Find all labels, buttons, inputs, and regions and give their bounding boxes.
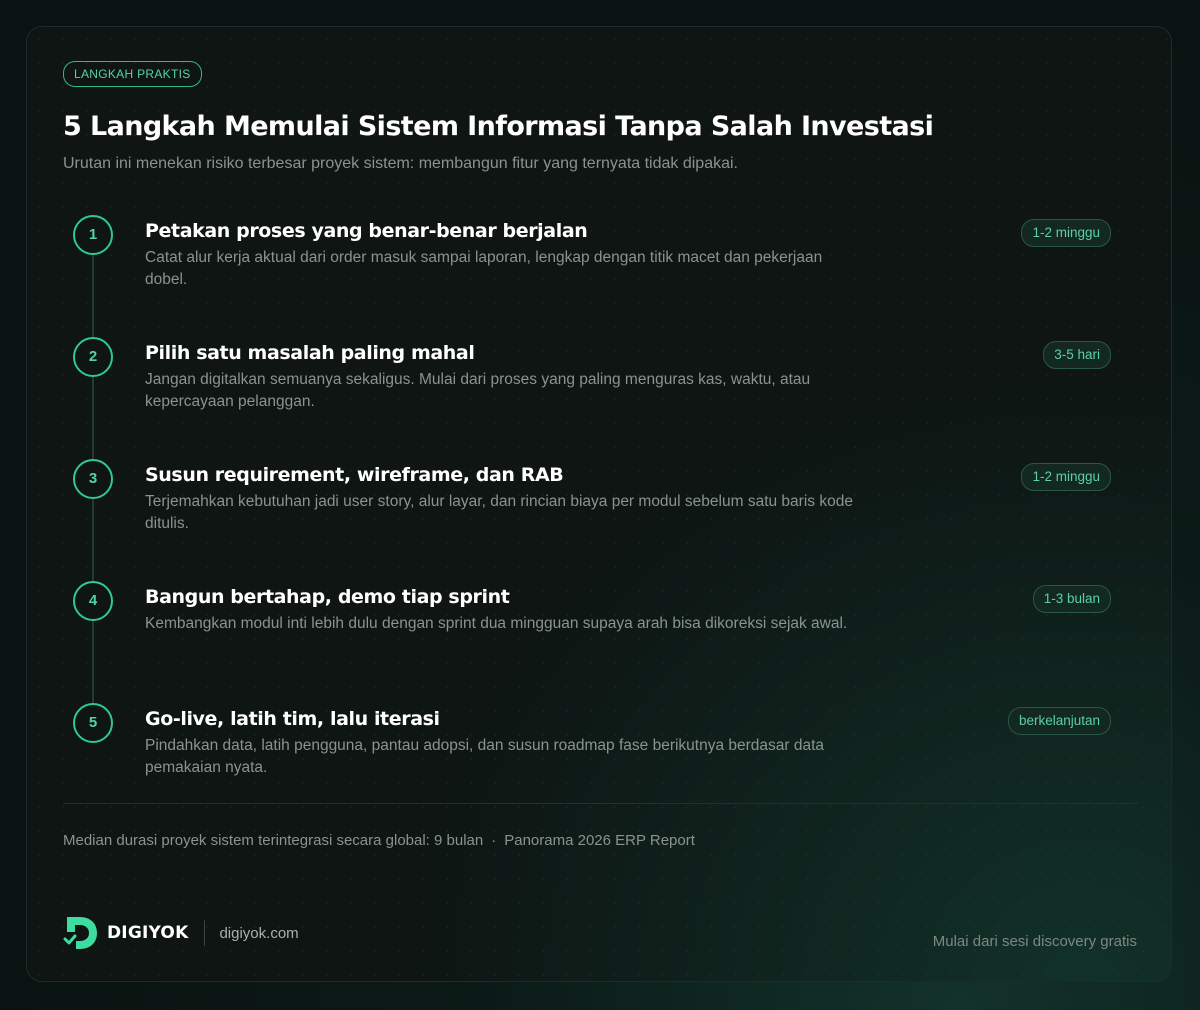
page-subtitle: Urutan ini menekan risiko terbesar proye… bbox=[63, 155, 738, 172]
step-title: Bangun bertahap, demo tiap sprint bbox=[145, 586, 510, 608]
step-number-badge: 3 bbox=[73, 459, 113, 499]
brand: DIGIYOK digiyok.com bbox=[63, 915, 299, 951]
step-number-badge: 4 bbox=[73, 581, 113, 621]
step-5: 5 Go-live, latih tim, lalu iterasi Pinda… bbox=[27, 703, 1171, 831]
brand-separator bbox=[204, 920, 206, 946]
step-number-badge: 5 bbox=[73, 703, 113, 743]
digiyok-logo-icon bbox=[63, 917, 97, 949]
step-title: Go-live, latih tim, lalu iterasi bbox=[145, 708, 440, 730]
page: LANGKAH PRAKTIS 5 Langkah Memulai Sistem… bbox=[0, 0, 1200, 1010]
step-duration-badge: 1-2 minggu bbox=[1021, 219, 1111, 247]
step-description: Kembangkan modul inti lebih dulu dengan … bbox=[145, 615, 848, 632]
footnote: Median durasi proyek sistem terintegrasi… bbox=[63, 831, 695, 851]
divider bbox=[63, 803, 1139, 804]
step-description: Jangan digitalkan semuanya sekaligus. Mu… bbox=[145, 371, 811, 410]
step-duration-badge: berkelanjutan bbox=[1007, 707, 1111, 735]
step-duration-badge: 1-2 minggu bbox=[1021, 463, 1111, 491]
cta-text: Mulai dari sesi discovery gratis bbox=[932, 933, 1137, 950]
footnote-source: Panorama 2026 ERP Report bbox=[504, 832, 695, 849]
step-description: Catat alur kerja aktual dari order masuk… bbox=[145, 249, 823, 288]
footnote-stat: Median durasi proyek sistem terintegrasi… bbox=[63, 832, 484, 849]
page-title: 5 Langkah Memulai Sistem Informasi Tanpa… bbox=[63, 111, 934, 142]
content-card: LANGKAH PRAKTIS 5 Langkah Memulai Sistem… bbox=[26, 26, 1172, 982]
step-3: 3 Susun requirement, wireframe, dan RAB … bbox=[27, 459, 1171, 587]
step-description: Pindahkan data, latih pengguna, pantau a… bbox=[145, 737, 825, 776]
section-badge: LANGKAH PRAKTIS bbox=[63, 61, 202, 87]
step-number-badge: 2 bbox=[73, 337, 113, 377]
step-number-badge: 1 bbox=[73, 215, 113, 255]
step-title: Pilih satu masalah paling mahal bbox=[145, 342, 475, 364]
step-2: 2 Pilih satu masalah paling mahal Jangan… bbox=[27, 337, 1171, 465]
step-duration-badge: 3-5 hari bbox=[1043, 341, 1111, 369]
brand-name: DIGIYOK bbox=[107, 923, 189, 943]
step-title: Petakan proses yang benar-benar berjalan bbox=[145, 220, 588, 242]
footnote-separator: · bbox=[491, 832, 497, 849]
step-duration-badge: 1-3 bulan bbox=[1032, 585, 1111, 613]
step-4: 4 Bangun bertahap, demo tiap sprint Kemb… bbox=[27, 581, 1171, 709]
brand-url[interactable]: digiyok.com bbox=[219, 925, 298, 942]
step-1: 1 Petakan proses yang benar-benar berjal… bbox=[27, 215, 1171, 343]
step-title: Susun requirement, wireframe, dan RAB bbox=[145, 464, 564, 486]
step-description: Terjemahkan kebutuhan jadi user story, a… bbox=[145, 493, 853, 532]
